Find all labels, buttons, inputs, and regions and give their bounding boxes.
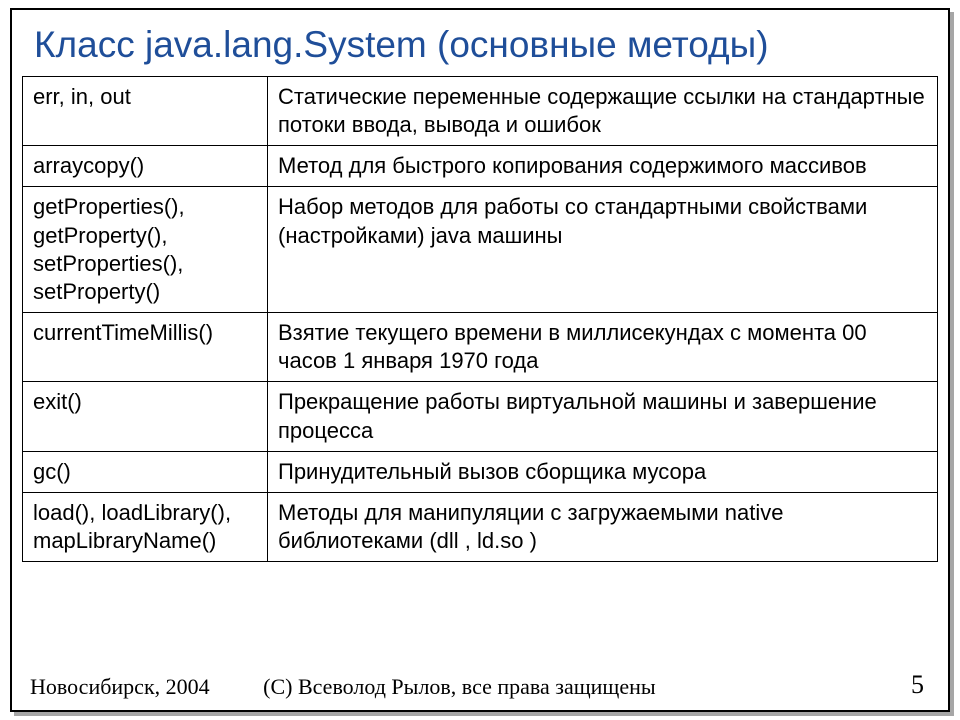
method-cell: arraycopy() [23,146,268,187]
method-cell: gc() [23,451,268,492]
method-cell: load(), loadLibrary(), mapLibraryName() [23,492,268,561]
slide-title: Класс java.lang.System (основные методы) [12,10,948,76]
slide-frame: Класс java.lang.System (основные методы)… [10,8,950,712]
table-row: err, in, out Статические переменные соде… [23,77,938,146]
footer-location: Новосибирск, 2004 [30,674,210,700]
desc-cell: Прекращение работы виртуальной машины и … [268,382,938,451]
desc-cell: Взятие текущего времени в миллисекундах … [268,313,938,382]
desc-cell: Принудительный вызов сборщика мусора [268,451,938,492]
table-row: load(), loadLibrary(), mapLibraryName() … [23,492,938,561]
table-row: exit() Прекращение работы виртуальной ма… [23,382,938,451]
desc-cell: Набор методов для работы со стандартными… [268,187,938,313]
desc-cell: Методы для манипуляции с загружаемыми na… [268,492,938,561]
desc-cell: Метод для быстрого копирования содержимо… [268,146,938,187]
method-cell: getProperties(), getProperty(), setPrope… [23,187,268,313]
table-row: getProperties(), getProperty(), setPrope… [23,187,938,313]
table-row: currentTimeMillis() Взятие текущего врем… [23,313,938,382]
slide-footer: Новосибирск, 2004 (С) Всеволод Рылов, вс… [30,674,930,700]
table-row: arraycopy() Метод для быстрого копирован… [23,146,938,187]
method-cell: exit() [23,382,268,451]
desc-cell: Статические переменные содержащие ссылки… [268,77,938,146]
method-cell: currentTimeMillis() [23,313,268,382]
footer-copyright: (С) Всеволод Рылов, все права защищены [263,674,656,700]
method-cell: err, in, out [23,77,268,146]
table-row: gc() Принудительный вызов сборщика мусор… [23,451,938,492]
methods-table: err, in, out Статические переменные соде… [22,76,938,562]
page-number: 5 [911,670,924,700]
